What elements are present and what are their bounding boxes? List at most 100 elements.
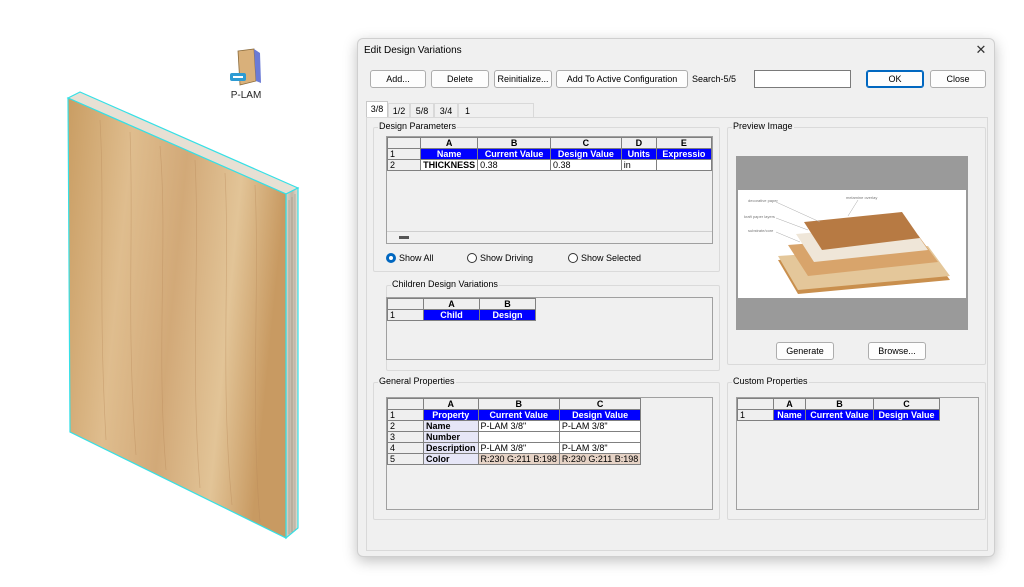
show-selected-radio[interactable]: Show Selected: [568, 253, 641, 263]
radio-selected-icon: [386, 253, 396, 263]
tab-1[interactable]: 1: [458, 103, 534, 117]
cell[interactable]: in: [620, 159, 657, 171]
table-row[interactable]: 1 Child Design: [387, 309, 536, 321]
browse-button[interactable]: Browse...: [868, 342, 926, 360]
header-cell[interactable]: Design Value: [550, 148, 622, 160]
column-header[interactable]: C: [873, 398, 940, 410]
header-cell[interactable]: Expressio: [655, 148, 712, 160]
header-cell[interactable]: Design Value: [558, 409, 642, 421]
column-header[interactable]: B: [479, 298, 536, 310]
generate-button[interactable]: Generate: [776, 342, 834, 360]
cell[interactable]: P-LAM 3/8": [558, 420, 642, 432]
column-header[interactable]: A: [420, 137, 479, 149]
scrollbar-thumb[interactable]: ▬: [399, 231, 409, 242]
preview-label: decorative paper: [748, 198, 778, 203]
close-button[interactable]: Close: [930, 70, 986, 88]
tab-3-4[interactable]: 3/4: [434, 103, 458, 117]
grid-corner: [387, 298, 424, 310]
table-row[interactable]: 2 THICKNESS 0.38 0.38 in: [387, 159, 712, 171]
header-cell[interactable]: Current Value: [805, 409, 874, 421]
header-cell[interactable]: Units: [620, 148, 657, 160]
table-row[interactable]: 3 Number: [387, 431, 642, 443]
grid-column-header-row: A B C D E: [387, 137, 712, 149]
grid-corner: [387, 398, 424, 410]
preview-label: kraft paper layers: [744, 214, 775, 219]
header-cell[interactable]: Name: [420, 148, 479, 160]
header-cell[interactable]: Property: [423, 409, 479, 421]
show-all-radio[interactable]: Show All: [386, 253, 434, 263]
column-header[interactable]: D: [620, 137, 657, 149]
ok-button[interactable]: OK: [866, 70, 924, 88]
show-driving-radio[interactable]: Show Driving: [467, 253, 533, 263]
header-cell[interactable]: Design: [479, 309, 536, 321]
column-header[interactable]: B: [477, 137, 551, 149]
color-swatch-cell[interactable]: R:230 G:211 B:198: [558, 453, 642, 465]
cell[interactable]: THICKNESS: [420, 159, 479, 171]
cell[interactable]: P-LAM 3/8": [477, 420, 560, 432]
tab-5-8[interactable]: 5/8: [410, 103, 434, 117]
column-header[interactable]: A: [423, 398, 479, 410]
cell[interactable]: 0.38: [550, 159, 622, 171]
table-row[interactable]: 5 Color R:230 G:211 B:198 R:230 G:211 B:…: [387, 453, 642, 465]
cell[interactable]: Color: [423, 453, 479, 465]
grid-corner: [387, 137, 422, 149]
preview-label: substrate/core: [748, 228, 774, 233]
laminate-layers-preview-image: decorative paper melamine overlay kraft …: [738, 190, 966, 298]
close-icon[interactable]: ✕: [973, 43, 989, 57]
row-number: 4: [387, 442, 424, 454]
p-lam-part-icon[interactable]: [228, 45, 264, 93]
design-parameters-title: Design Parameters: [378, 121, 458, 131]
header-cell[interactable]: Current Value: [477, 409, 560, 421]
cell[interactable]: Description: [423, 442, 479, 454]
cell[interactable]: [477, 431, 560, 443]
table-row[interactable]: 1 Name Current Value Design Value Units …: [387, 148, 712, 160]
header-cell[interactable]: Child: [423, 309, 480, 321]
cell[interactable]: 0.38: [477, 159, 551, 171]
grid-column-header-row: A B: [387, 298, 536, 310]
delete-button[interactable]: Delete: [431, 70, 489, 88]
table-row[interactable]: 1 Property Current Value Design Value: [387, 409, 642, 421]
cell[interactable]: [558, 431, 642, 443]
row-number: 2: [387, 420, 424, 432]
header-cell[interactable]: Current Value: [477, 148, 551, 160]
column-header[interactable]: C: [550, 137, 622, 149]
table-row[interactable]: 2 Name P-LAM 3/8" P-LAM 3/8": [387, 420, 642, 432]
custom-properties-grid[interactable]: A B C 1 Name Current Value Design Value: [736, 397, 979, 510]
table-row[interactable]: 4 Description P-LAM 3/8" P-LAM 3/8": [387, 442, 642, 454]
color-swatch-cell[interactable]: R:230 G:211 B:198: [477, 453, 560, 465]
cell[interactable]: P-LAM 3/8": [477, 442, 560, 454]
children-grid[interactable]: A B 1 Child Design: [386, 297, 713, 360]
children-design-variations-title: Children Design Variations: [391, 279, 499, 289]
column-header[interactable]: A: [773, 398, 806, 410]
cell[interactable]: Number: [423, 431, 479, 443]
column-header[interactable]: B: [477, 398, 560, 410]
preview-image-title: Preview Image: [732, 121, 794, 131]
tab-1-2[interactable]: 1/2: [388, 103, 410, 117]
general-properties-grid[interactable]: A B C 1 Property Current Value Design Va…: [386, 397, 713, 510]
column-header[interactable]: A: [423, 298, 480, 310]
table-row[interactable]: 1 Name Current Value Design Value: [737, 409, 940, 421]
horizontal-scrollbar[interactable]: ▬: [387, 231, 712, 243]
radio-empty-icon: [467, 253, 477, 263]
reinitialize-button[interactable]: Reinitialize...: [494, 70, 552, 88]
radio-empty-icon: [568, 253, 578, 263]
row-number: 1: [387, 148, 422, 160]
grid-corner: [737, 398, 774, 410]
preview-label: melamine overlay: [846, 195, 877, 200]
cell[interactable]: P-LAM 3/8": [558, 442, 642, 454]
add-button[interactable]: Add...: [370, 70, 426, 88]
design-parameters-grid[interactable]: A B C D E 1 Name Current Value Design Va…: [386, 136, 713, 244]
search-input[interactable]: [754, 70, 851, 88]
header-cell[interactable]: Name: [773, 409, 806, 421]
column-header[interactable]: C: [558, 398, 642, 410]
column-header[interactable]: B: [805, 398, 874, 410]
cell[interactable]: [655, 159, 712, 171]
custom-properties-title: Custom Properties: [732, 376, 809, 386]
column-header[interactable]: E: [655, 137, 712, 149]
tab-3-8[interactable]: 3/8: [366, 101, 388, 117]
cell[interactable]: Name: [423, 420, 479, 432]
p-lam-icon-label: P-LAM: [230, 90, 262, 101]
add-to-active-configuration-button[interactable]: Add To Active Configuration: [556, 70, 688, 88]
general-properties-title: General Properties: [378, 376, 456, 386]
header-cell[interactable]: Design Value: [873, 409, 940, 421]
